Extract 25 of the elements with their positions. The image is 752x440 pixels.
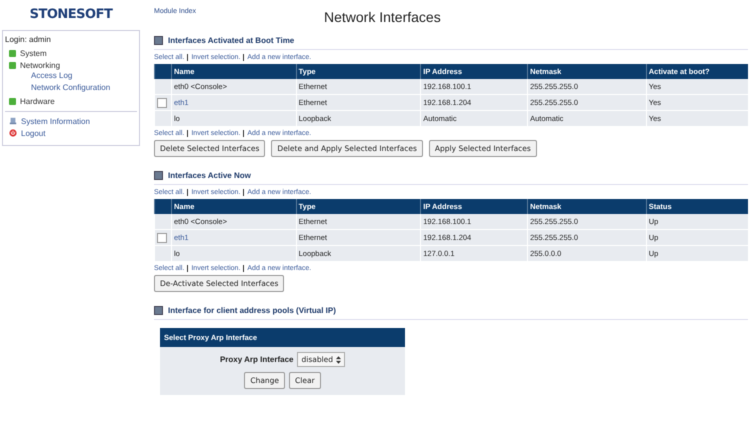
page-title: Network Interfaces <box>324 8 441 25</box>
section-icon <box>154 306 163 315</box>
sidebar-link[interactable]: Networking <box>20 60 60 70</box>
sidebar-link[interactable]: System Information <box>21 116 90 126</box>
section-icon <box>154 171 163 180</box>
sidebar-link[interactable]: System <box>20 48 47 58</box>
section-title: Interfaces Active Now <box>168 171 251 180</box>
computer-icon <box>9 117 17 125</box>
section-title: Interface for client address pools (Virtual IP) <box>168 306 336 315</box>
power-icon <box>9 129 17 137</box>
section-icon <box>154 36 163 45</box>
logo: STONESOFT <box>28 7 114 22</box>
checkbox[interactable] <box>157 98 167 108</box>
bullet-icon <box>9 98 16 104</box>
login-label: Login: admin <box>5 35 52 44</box>
sidebar-link[interactable]: Hardware <box>20 96 55 106</box>
bullet-icon <box>9 62 16 68</box>
field-label: Proxy Arp Interface <box>220 355 294 364</box>
section-title: Interfaces Activated at Boot Time <box>168 36 294 45</box>
bullet-icon <box>9 50 16 56</box>
sidebar-link[interactable]: Logout <box>21 128 46 138</box>
sidebar-link[interactable]: Network Configuration <box>31 83 110 92</box>
sidebar-link[interactable]: Access Log <box>31 71 72 80</box>
checkbox[interactable] <box>157 232 167 242</box>
spinner-icon <box>336 356 342 364</box>
